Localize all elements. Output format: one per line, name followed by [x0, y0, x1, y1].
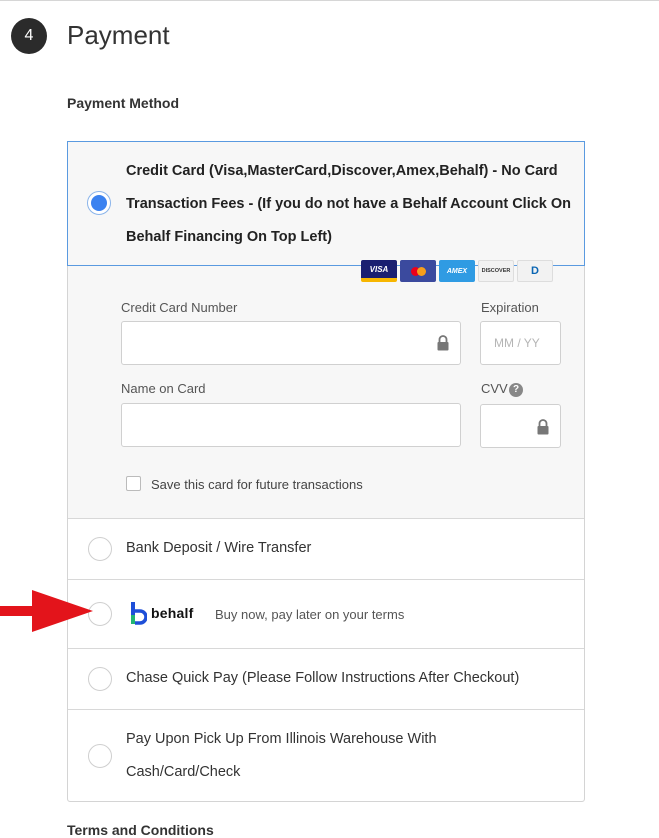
expiration-input[interactable]: MM / YY — [480, 321, 561, 365]
card-number-input[interactable] — [121, 321, 461, 365]
behalf-b-icon — [131, 602, 147, 625]
pickup-label-line1: Pay Upon Pick Up From Illinois Warehouse… — [126, 731, 437, 747]
accepted-cards: VISA AMEX DISCOVER D — [361, 260, 553, 282]
diners-club-logo-icon: D — [517, 260, 553, 282]
save-card-label: Save this card for future transactions — [151, 477, 363, 492]
help-icon[interactable]: ? — [509, 383, 523, 397]
step-number-badge: 4 — [11, 18, 47, 54]
visa-logo-icon: VISA — [361, 260, 397, 282]
card-number-label: Credit Card Number — [121, 300, 238, 315]
behalf-wordmark: behalf — [151, 605, 194, 621]
behalf-logo: behalf — [130, 601, 193, 625]
bank-transfer-label: Bank Deposit / Wire Transfer — [126, 540, 312, 556]
pickup-radio[interactable] — [88, 744, 112, 768]
chase-quickpay-radio[interactable] — [88, 667, 112, 691]
mastercard-logo-icon — [400, 260, 436, 282]
behalf-tagline: Buy now, pay later on your terms — [215, 607, 405, 622]
red-arrow-icon — [0, 590, 93, 632]
lock-icon — [537, 419, 549, 435]
save-card-checkbox[interactable] — [126, 476, 141, 491]
lock-icon — [437, 335, 449, 351]
pickup-label-line2: Cash/Card/Check — [126, 764, 241, 780]
bank-transfer-radio[interactable] — [88, 537, 112, 561]
amex-logo-icon: AMEX — [439, 260, 475, 282]
name-on-card-label: Name on Card — [121, 381, 206, 396]
cvv-label: CVV — [481, 381, 508, 396]
section-title: Payment — [67, 20, 170, 50]
pickup-option[interactable] — [68, 709, 584, 801]
chase-quickpay-label: Chase Quick Pay (Please Follow Instructi… — [126, 670, 520, 686]
name-on-card-input[interactable] — [121, 403, 461, 447]
terms-heading: Terms and Conditions — [67, 822, 214, 838]
discover-logo-icon: DISCOVER — [478, 260, 514, 282]
cvv-input[interactable] — [480, 404, 561, 448]
credit-card-option-label: Credit Card (Visa,MasterCard,Discover,Am… — [126, 163, 572, 245]
top-divider — [0, 0, 659, 1]
credit-card-radio[interactable] — [87, 191, 111, 215]
payment-method-heading: Payment Method — [67, 95, 180, 111]
expiration-placeholder: MM / YY — [494, 336, 540, 350]
expiration-label: Expiration — [481, 300, 539, 315]
